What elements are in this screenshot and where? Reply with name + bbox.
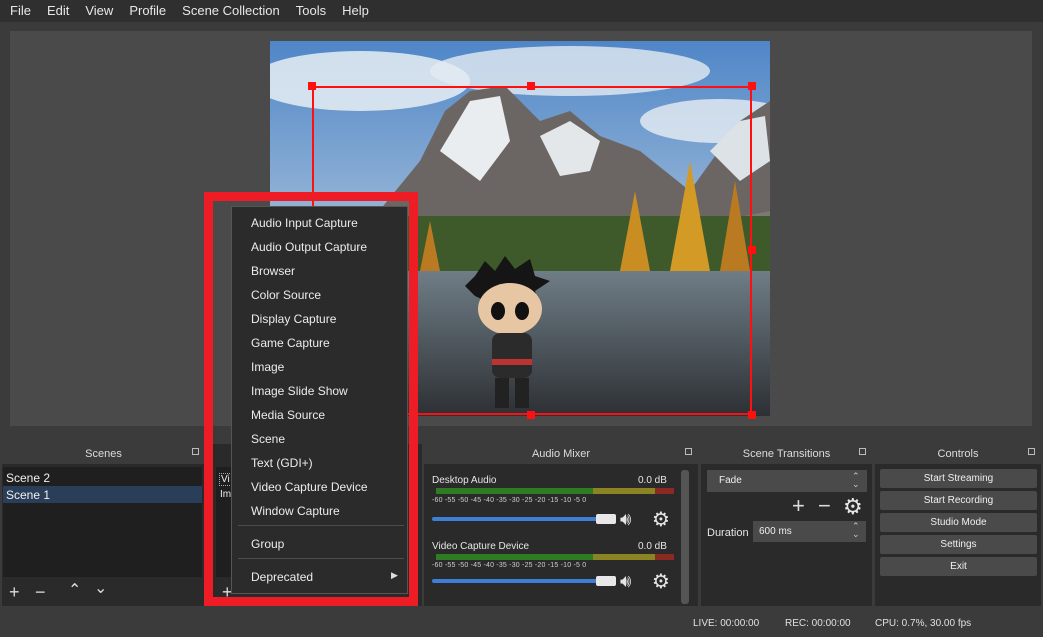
meter-scale: -60 -55 -50 -45 -40 -35 -30 -25 -20 -15 … — [432, 562, 587, 569]
transition-select[interactable]: Fade — [707, 470, 867, 492]
menu-item-media-source[interactable]: Media Source — [251, 408, 325, 422]
scene-item-scene-2[interactable]: Scene 2 — [6, 471, 50, 485]
resize-handle-bottom[interactable] — [527, 411, 535, 419]
menu-edit[interactable]: Edit — [39, 0, 77, 22]
menu-item-text-gdi[interactable]: Text (GDI+) — [251, 456, 313, 470]
mixer-scrollbar[interactable] — [681, 470, 689, 604]
menu-view[interactable]: View — [77, 0, 121, 22]
cpu-fps: CPU: 0.7%, 30.00 fps — [875, 618, 972, 629]
move-scene-down-icon[interactable]: ⌄ — [94, 580, 107, 598]
live-time: LIVE: 00:00:00 — [693, 618, 760, 629]
menu-item-color-source[interactable]: Color Source — [251, 288, 321, 302]
float-icon[interactable] — [685, 448, 692, 455]
resize-handle-right[interactable] — [748, 246, 756, 254]
studio-mode-button[interactable]: Studio Mode — [880, 513, 1037, 532]
gear-icon[interactable]: ⚙ — [652, 507, 670, 532]
menu-item-audio-output-capture[interactable]: Audio Output Capture — [251, 240, 367, 254]
scene-transitions-title: Scene Transitions — [701, 444, 872, 464]
meter-scale: -60 -55 -50 -45 -40 -35 -30 -25 -20 -15 … — [432, 497, 587, 504]
menu-item-audio-input-capture[interactable]: Audio Input Capture — [251, 216, 358, 230]
scene-item-scene-1[interactable]: Scene 1 — [6, 488, 50, 502]
scenes-title: Scenes — [2, 444, 205, 464]
move-scene-up-icon[interactable]: ⌃ — [68, 582, 81, 600]
gear-icon[interactable]: ⚙ — [652, 569, 670, 594]
channel-name-video-capture: Video Capture Device — [432, 541, 530, 552]
menu-item-group[interactable]: Group — [251, 537, 284, 551]
remove-transition-icon[interactable]: − — [818, 495, 831, 517]
channel-name-desktop-audio: Desktop Audio — [432, 475, 497, 486]
gear-icon[interactable]: ⚙ — [843, 494, 863, 520]
spinbox-arrows-icon[interactable]: ⌃ ⌄ — [852, 522, 860, 539]
menu-item-browser[interactable]: Browser — [251, 264, 295, 278]
speaker-icon[interactable]: 🔊︎ — [620, 509, 631, 530]
menu-item-scene[interactable]: Scene — [251, 432, 285, 446]
rec-time: REC: 00:00:00 — [785, 618, 851, 629]
channel-level-video-capture: 0.0 dB — [638, 541, 667, 552]
menu-help[interactable]: Help — [334, 0, 377, 22]
controls-title: Controls — [875, 444, 1041, 464]
menu-item-display-capture[interactable]: Display Capture — [251, 312, 336, 326]
add-source-context-menu: Audio Input Capture Audio Output Capture… — [231, 206, 408, 594]
add-transition-icon[interactable]: + — [792, 495, 805, 517]
menu-item-window-capture[interactable]: Window Capture — [251, 504, 340, 518]
menu-profile[interactable]: Profile — [121, 0, 174, 22]
volume-slider-video-capture[interactable] — [432, 579, 612, 583]
menu-item-video-capture-device[interactable]: Video Capture Device — [251, 480, 368, 494]
menu-file[interactable]: File — [2, 0, 39, 22]
menu-separator — [238, 525, 404, 526]
menu-item-image[interactable]: Image — [251, 360, 284, 374]
add-scene-icon[interactable]: + — [9, 583, 20, 601]
duration-spinbox[interactable]: 600 ms — [753, 521, 866, 542]
volume-meter-video-capture — [436, 554, 674, 560]
resize-handle-top[interactable] — [527, 82, 535, 90]
settings-button[interactable]: Settings — [880, 535, 1037, 554]
channel-level-desktop-audio: 0.0 dB — [638, 475, 667, 486]
submenu-arrow-icon: ▶ — [391, 570, 398, 580]
menu-item-deprecated[interactable]: Deprecated — [251, 570, 313, 584]
volume-slider-desktop[interactable] — [432, 517, 612, 521]
select-arrows-icon: ⌃ ⌄ — [852, 471, 860, 489]
menu-separator — [238, 558, 404, 559]
start-recording-button[interactable]: Start Recording — [880, 491, 1037, 510]
float-icon[interactable] — [192, 448, 199, 455]
duration-label: Duration — [707, 527, 749, 539]
exit-button[interactable]: Exit — [880, 557, 1037, 576]
resize-handle-bottom-right[interactable] — [748, 411, 756, 419]
menu-tools[interactable]: Tools — [288, 0, 334, 22]
volume-meter-desktop — [436, 488, 674, 494]
volume-slider-knob[interactable] — [596, 576, 616, 586]
remove-scene-icon[interactable]: − — [35, 583, 46, 601]
audio-mixer-title: Audio Mixer — [424, 444, 698, 464]
float-icon[interactable] — [1028, 448, 1035, 455]
speaker-icon[interactable]: 🔊︎ — [620, 571, 631, 592]
menu-scene-collection[interactable]: Scene Collection — [174, 0, 288, 22]
resize-handle-top-left[interactable] — [308, 82, 316, 90]
menu-item-game-capture[interactable]: Game Capture — [251, 336, 330, 350]
volume-slider-knob[interactable] — [596, 514, 616, 524]
float-icon[interactable] — [859, 448, 866, 455]
resize-handle-top-right[interactable] — [748, 82, 756, 90]
menu-bar: File Edit View Profile Scene Collection … — [0, 0, 1043, 22]
start-streaming-button[interactable]: Start Streaming — [880, 469, 1037, 488]
menu-item-image-slide-show[interactable]: Image Slide Show — [251, 384, 348, 398]
